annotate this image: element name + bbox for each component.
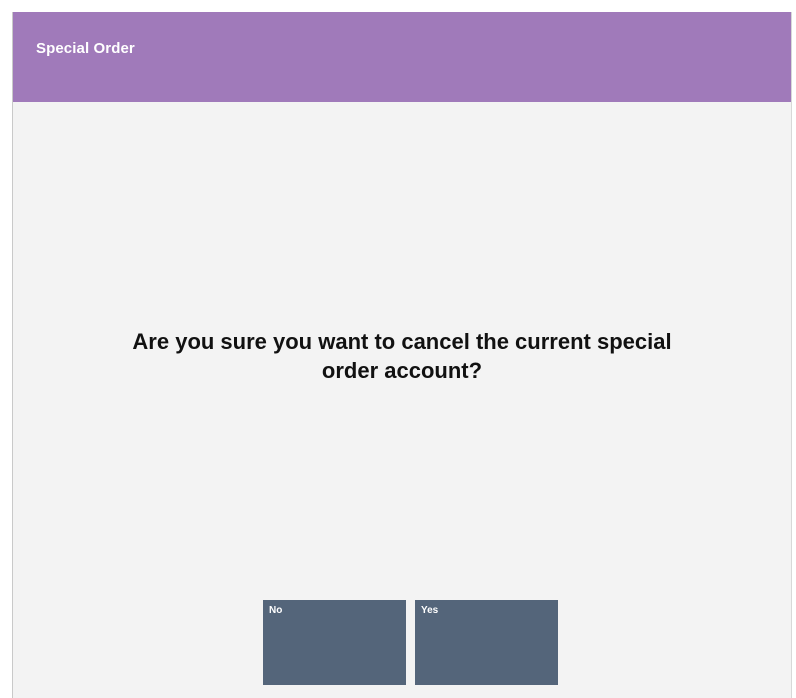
confirm-message-line-1: Are you sure you want to cancel the curr… xyxy=(132,329,672,354)
no-button[interactable]: No xyxy=(263,600,406,685)
yes-button-label: Yes xyxy=(421,605,439,616)
confirm-message: Are you sure you want to cancel the curr… xyxy=(13,327,791,385)
dialog-title: Special Order xyxy=(36,40,135,57)
confirm-message-line-2: order account? xyxy=(321,358,483,383)
no-button-label: No xyxy=(269,605,283,616)
yes-button[interactable]: Yes xyxy=(415,600,558,685)
confirm-dialog: Special Order Are you sure you want to c… xyxy=(12,12,792,698)
title-bar: Special Order xyxy=(13,12,791,102)
